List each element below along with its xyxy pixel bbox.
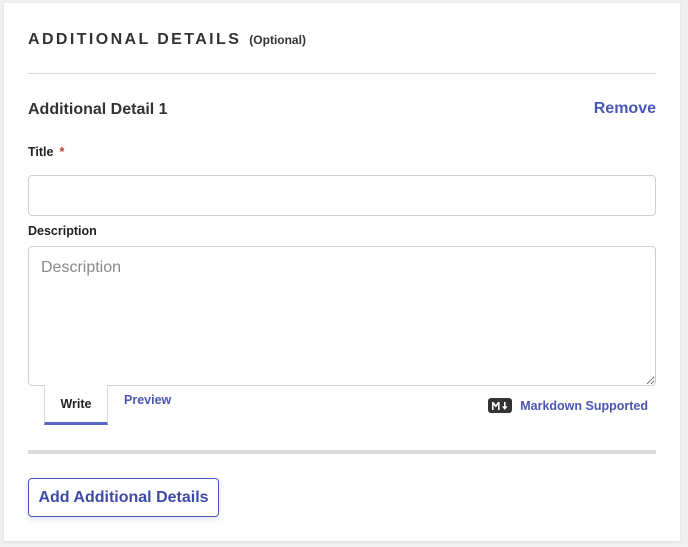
description-label: Description (28, 224, 97, 238)
remove-link[interactable]: Remove (594, 100, 656, 118)
required-marker: * (59, 145, 65, 159)
additional-details-card: ADDITIONAL DETAILS (Optional) Additional… (4, 3, 680, 541)
title-input[interactable] (28, 175, 656, 216)
tab-preview[interactable]: Preview (124, 393, 171, 407)
markdown-supported-link[interactable]: Markdown Supported (488, 398, 648, 413)
markdown-icon (488, 398, 513, 413)
add-additional-details-button[interactable]: Add Additional Details (28, 478, 219, 517)
section-heading: ADDITIONAL DETAILS (Optional) (28, 31, 306, 49)
section-divider (28, 73, 656, 74)
description-textarea[interactable] (28, 246, 656, 386)
markdown-supported-label: Markdown Supported (520, 398, 648, 413)
section-title: ADDITIONAL DETAILS (28, 31, 242, 48)
detail-divider (28, 450, 656, 454)
tab-write[interactable]: Write (44, 385, 108, 425)
optional-label: (Optional) (249, 33, 306, 47)
title-label-text: Title (28, 145, 54, 159)
detail-heading: Additional Detail 1 (28, 101, 168, 118)
title-label: Title * (28, 145, 64, 159)
